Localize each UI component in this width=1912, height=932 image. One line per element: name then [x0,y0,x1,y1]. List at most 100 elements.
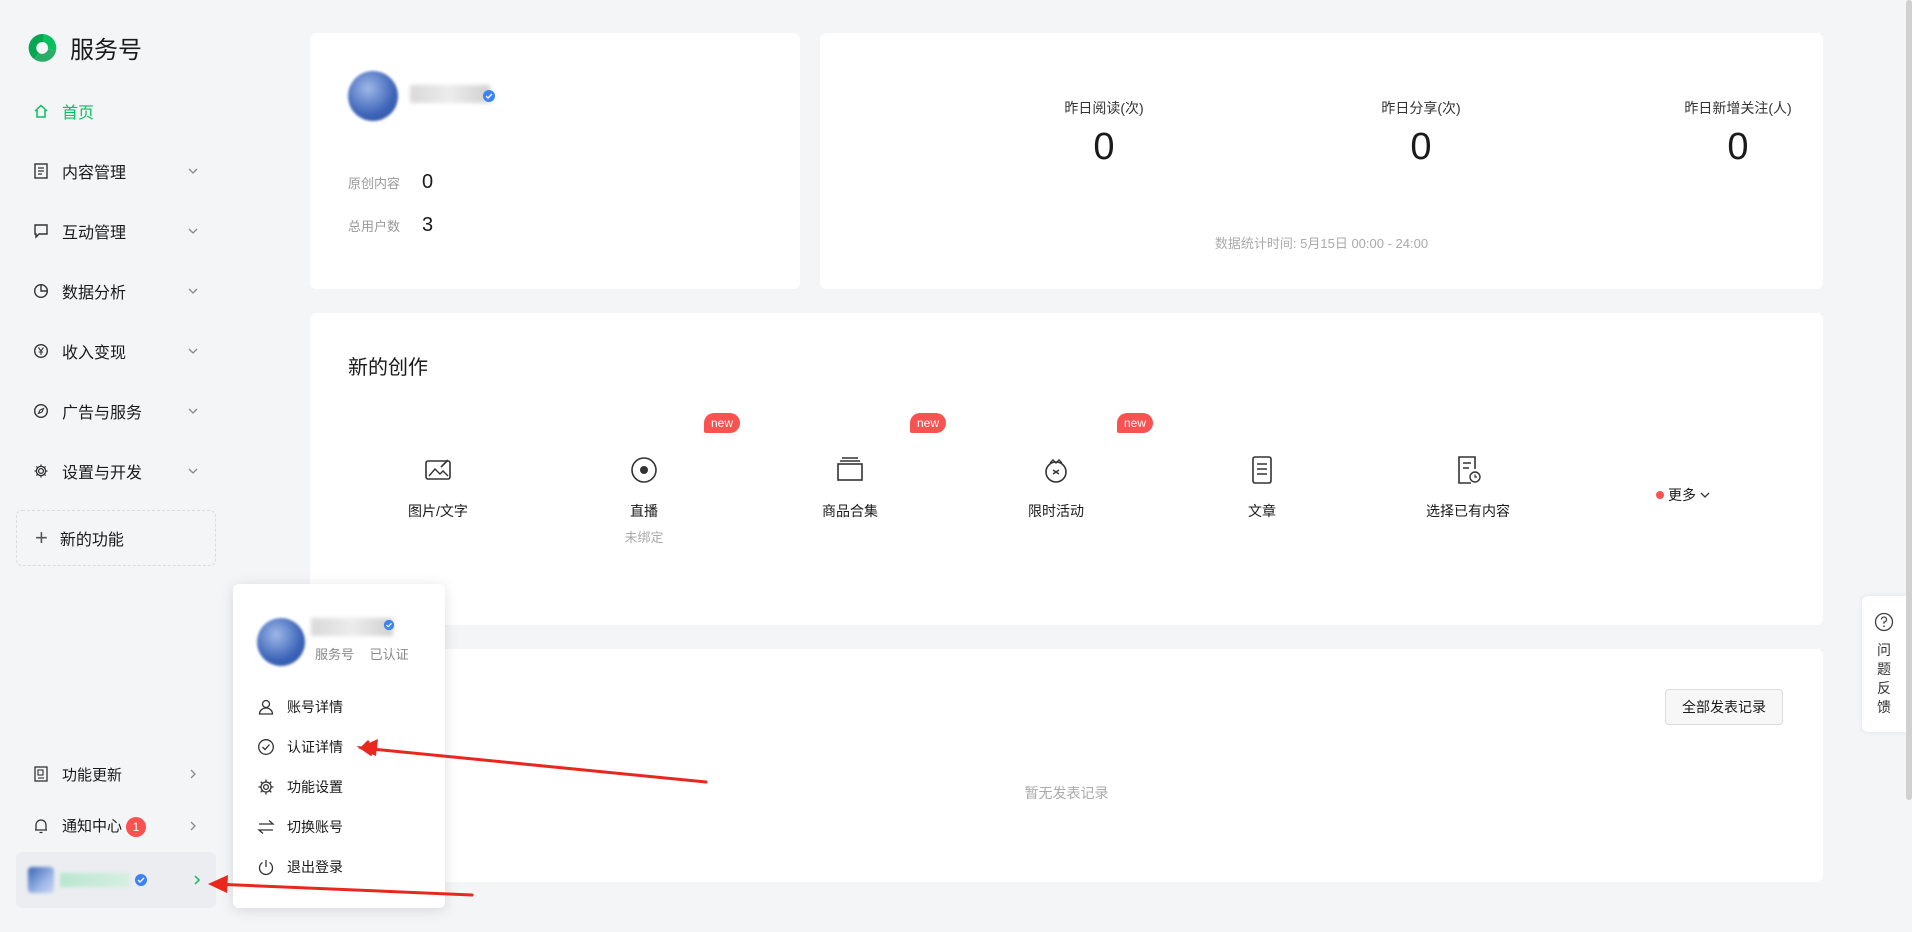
home-icon [32,102,50,120]
check-circle-icon [258,739,274,755]
new-features-button[interactable]: + 新的功能 [16,510,216,566]
sidebar-item-interaction[interactable]: 互动管理 [32,216,200,246]
menu-item-account-details[interactable]: 账号详情 [257,694,427,720]
avatar [28,867,54,893]
section-title: 新的创作 [348,357,428,379]
shares-stat: 昨日分享(次) 0 [1321,98,1521,169]
follows-stat: 昨日新增关注(人) 0 [1638,98,1838,169]
publish-records-card: 全部发表记录 暂无发表记录 [310,649,1823,882]
more-label: 更多 [1668,487,1696,503]
all-publish-records-button[interactable]: 全部发表记录 [1665,689,1783,725]
chevron-down-icon [188,348,198,354]
sidebar-item-label: 广告与服务 [62,405,143,422]
create-image-text-button[interactable]: 图片/文字 [358,453,518,521]
notification-count-badge: 1 [126,817,147,837]
tool-label: 直播 [630,503,658,519]
sidebar-item-settings[interactable]: 设置与开发 [32,456,200,486]
sidebar-item-feature-updates[interactable]: 功能更新 [32,759,200,789]
stats-time-note: 数据统计时间: 5月15日 00:00 - 24:00 [1214,236,1429,251]
account-popover: 服务号 已认证 账号详情 认证详情 功能设置 切换账号 退出登录 [233,584,445,908]
chevron-down-icon [188,468,198,474]
verification-status: 已认证 [369,647,409,662]
live-icon [631,457,657,483]
limited-activity-icon [1045,459,1067,483]
verified-icon [383,619,395,631]
yesterday-stats-card: 昨日阅读(次) 0 昨日分享(次) 0 昨日新增关注(人) 0 数据统计时间: … [820,33,1823,289]
create-article-button[interactable]: 文章 [1182,453,1342,521]
bell-icon [35,819,47,834]
stat-value: 3 [422,214,434,236]
menu-item-logout[interactable]: 退出登录 [257,854,427,880]
sidebar-item-monetization[interactable]: 收入变现 [32,336,200,366]
menu-item-label: 退出登录 [287,859,343,875]
create-limited-activity-button[interactable]: 限时活动 [976,453,1136,521]
stat-value: 0 [1410,126,1432,168]
menu-item-label: 切换账号 [287,819,343,835]
switch-icon [257,820,275,834]
user-icon [258,699,274,715]
menu-item-switch-account[interactable]: 切换账号 [257,814,427,840]
sidebar-item-label: 首页 [62,105,95,122]
sidebar-item-home[interactable]: 首页 [32,96,200,126]
logo-text: 服务号 [70,37,142,64]
pie-chart-icon [32,282,50,300]
chevron-right-icon [190,821,196,831]
image-text-icon [425,459,451,480]
more-button[interactable]: 更多 [1656,485,1712,505]
red-dot-indicator [1656,491,1664,499]
power-icon [258,860,274,876]
article-icon [1252,456,1272,484]
stat-label: 昨日阅读(次) [1064,100,1144,116]
account-switcher[interactable] [16,852,216,908]
reads-stat: 昨日阅读(次) 0 [1004,98,1204,169]
gear-icon [258,779,274,795]
tool-label: 限时活动 [1028,503,1084,519]
compass-icon [32,402,50,420]
tool-sublabel: 未绑定 [624,530,664,545]
select-existing-content-button[interactable]: 选择已有内容 [1388,453,1548,521]
empty-state-text: 暂无发表记录 [1024,785,1109,801]
chevron-right-icon [190,769,196,779]
yen-icon [32,342,50,360]
stat-label: 总用户数 [348,219,401,234]
account-name-redacted [410,85,490,103]
feedback-label: 问题反馈 [1877,642,1891,715]
original-content-stat: 原创内容 0 [348,171,433,194]
chevron-down-icon [188,168,198,174]
document-icon [32,162,50,180]
sidebar-item-content[interactable]: 内容管理 [32,156,200,186]
tool-label: 文章 [1248,503,1276,519]
logo[interactable]: 服务号 [26,30,142,65]
menu-item-feature-settings[interactable]: 功能设置 [257,774,427,800]
account-type: 服务号 [315,647,355,662]
sidebar-item-label: 数据分析 [62,285,127,302]
stat-label: 昨日新增关注(人) [1684,100,1792,116]
sidebar-item-notifications[interactable]: 通知中心 1 [32,811,200,841]
menu-item-label: 功能设置 [287,779,343,795]
service-account-logo-icon [28,33,57,62]
account-meta: 服务号 已认证 [315,644,421,663]
create-product-collection-button[interactable]: 商品合集 [770,453,930,521]
stat-label: 昨日分享(次) [1381,100,1461,116]
product-collection-icon [837,457,863,481]
chevron-right-icon [194,875,201,885]
sidebar-item-ads[interactable]: 广告与服务 [32,396,200,426]
tool-label: 图片/文字 [408,503,468,519]
menu-item-verification-details[interactable]: 认证详情 [257,734,427,760]
feature-updates-label: 功能更新 [62,766,123,784]
account-name-redacted [311,618,393,636]
feedback-button[interactable]: 问题反馈 [1862,596,1906,732]
sidebar-item-label: 收入变现 [62,345,127,362]
scrollbar[interactable] [1906,0,1912,800]
chevron-down-icon [1700,492,1710,498]
sidebar-item-analytics[interactable]: 数据分析 [32,276,200,306]
verified-icon [135,874,147,886]
chevron-down-icon [188,288,198,294]
notifications-label: 通知中心 1 [62,815,186,837]
create-live-button[interactable]: 直播 未绑定 [564,453,724,546]
profile-card: 原创内容 0 总用户数 3 [310,33,800,289]
new-features-label: 新的功能 [59,532,124,549]
account-name-redacted [60,873,130,887]
new-badge: new [704,413,740,433]
gear-icon [32,462,50,480]
